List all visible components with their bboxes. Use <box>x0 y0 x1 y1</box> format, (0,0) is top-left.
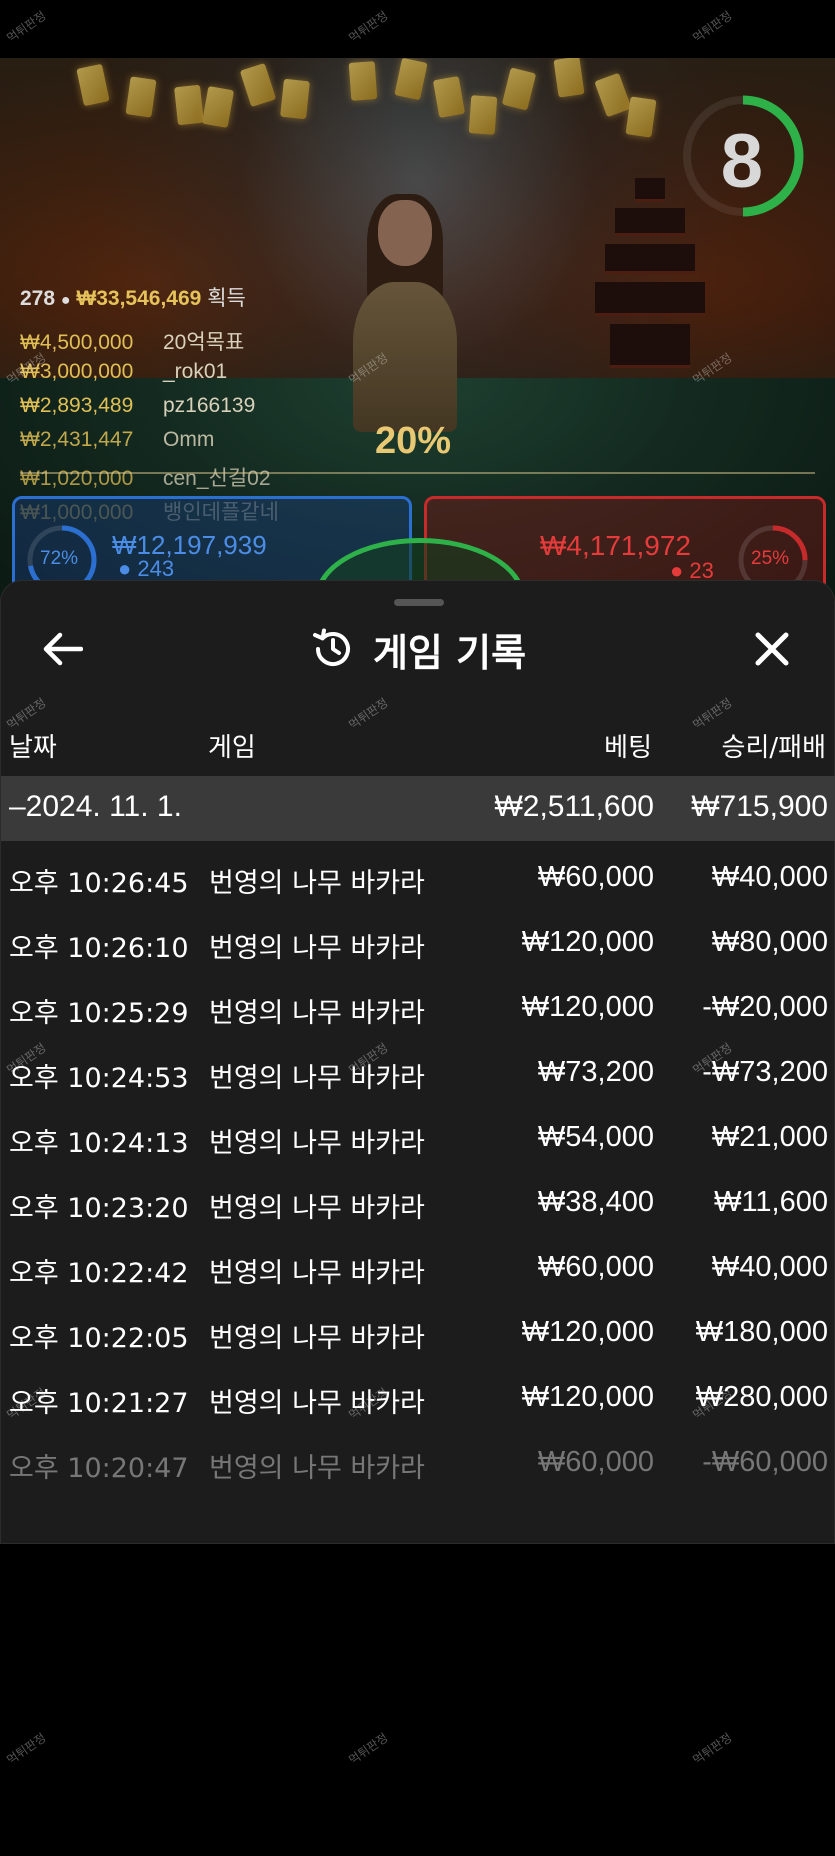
history-row[interactable]: 오후 10:26:10 번영의 나무 바카라 ₩120,000 ₩80,000 <box>1 912 835 977</box>
countdown-number: 8 <box>720 119 763 204</box>
history-row[interactable]: 오후 10:26:45 번영의 나무 바카라 ₩60,000 ₩40,000 <box>1 847 835 912</box>
row-result: ₩80,000 <box>711 926 828 958</box>
row-result: -₩20,000 <box>702 991 828 1023</box>
row-result: ₩40,000 <box>711 861 828 893</box>
column-header-bet: 베팅 <box>604 733 652 763</box>
row-bet: ₩73,200 <box>537 1056 654 1088</box>
sheet-title: 게임 기록 <box>372 630 527 675</box>
close-button[interactable] <box>746 623 798 675</box>
row-bet: ₩120,000 <box>521 1381 654 1413</box>
user-icon: ● <box>118 556 132 581</box>
history-row[interactable]: 오후 10:24:13 번영의 나무 바카라 ₩54,000 ₩21,000 <box>1 1107 835 1172</box>
row-bet: ₩54,000 <box>537 1121 654 1153</box>
group-date: –2024. 11. 1. <box>9 790 182 823</box>
row-time: 오후 10:20:47 <box>9 1453 189 1484</box>
row-time: 오후 10:26:45 <box>9 868 189 899</box>
watermark: 먹튀판정 <box>4 1730 49 1768</box>
date-group-row[interactable]: –2024. 11. 1. ₩2,511,600 ₩715,900 <box>1 776 835 841</box>
winnings-total: ₩33,546,469 <box>76 287 202 310</box>
row-bet: ₩60,000 <box>537 861 654 893</box>
row-time: 오후 10:24:13 <box>9 1128 189 1159</box>
close-icon <box>755 632 789 666</box>
history-row[interactable]: 오후 10:25:29 번영의 나무 바카라 ₩120,000 -₩20,000 <box>1 977 835 1042</box>
row-game: 번영의 나무 바카라 <box>209 933 425 964</box>
leaderboard-row: ₩3,000,000 _rok01 <box>20 360 228 383</box>
sheet-drag-handle[interactable] <box>394 599 444 606</box>
player-bet-count: ● 243 <box>118 556 175 581</box>
banker-percent: 25% <box>751 548 790 569</box>
row-time: 오후 10:22:42 <box>9 1258 189 1289</box>
row-bet: ₩38,400 <box>537 1186 654 1218</box>
row-time: 오후 10:25:29 <box>9 998 189 1029</box>
watermark: 먹튀판정 <box>690 1730 735 1768</box>
row-bet: ₩120,000 <box>521 1316 654 1348</box>
center-percent: 20% <box>375 420 452 462</box>
leaderboard-row: ₩2,431,447 Omm <box>20 428 215 451</box>
winnings-suffix: 획득 <box>207 287 246 310</box>
row-time: 오후 10:26:10 <box>9 933 189 964</box>
group-result-total: ₩715,900 <box>691 790 828 823</box>
history-icon <box>312 628 350 666</box>
player-count: 278 <box>20 287 56 310</box>
leaderboard-row: ₩2,893,489 pz166139 <box>20 394 256 417</box>
row-game: 번영의 나무 바카라 <box>209 1388 425 1419</box>
row-result: ₩11,600 <box>714 1186 828 1218</box>
column-header-date: 날짜 <box>9 733 57 763</box>
history-row[interactable]: 오후 10:20:47 번영의 나무 바카라 ₩60,000 -₩60,000 <box>1 1432 835 1497</box>
row-bet: ₩120,000 <box>521 926 654 958</box>
winnings-summary: 278 ● ₩33,546,469 획득 <box>20 282 246 312</box>
row-time: 오후 10:23:20 <box>9 1193 189 1224</box>
column-header-result: 승리/패배 <box>721 733 826 763</box>
group-bet-total: ₩2,511,600 <box>494 790 654 823</box>
leaderboard-row: ₩1,020,000 cen_신길02 <box>20 467 271 490</box>
sheet-header: 게임 기록 <box>1 621 835 677</box>
row-result: ₩40,000 <box>711 1251 828 1283</box>
leaderboard-row: ₩4,500,000 20억목표 <box>20 331 245 354</box>
player-percent: 72% <box>40 548 79 569</box>
banker-bet-amount: ₩4,171,972 <box>540 530 691 561</box>
row-game: 번영의 나무 바카라 <box>209 1193 425 1224</box>
row-result: ₩21,000 <box>711 1121 828 1153</box>
row-game: 번영의 나무 바카라 <box>209 1258 425 1289</box>
history-row[interactable]: 오후 10:23:20 번영의 나무 바카라 ₩38,400 ₩11,600 <box>1 1172 835 1237</box>
row-bet: ₩120,000 <box>521 991 654 1023</box>
column-header-game: 게임 <box>208 733 256 763</box>
row-game: 번영의 나무 바카라 <box>209 1453 425 1484</box>
row-bet: ₩60,000 <box>537 1251 654 1283</box>
history-row[interactable]: 오후 10:22:05 번영의 나무 바카라 ₩120,000 ₩180,000 <box>1 1302 835 1367</box>
row-bet: ₩60,000 <box>537 1446 654 1478</box>
watermark: 먹튀판정 <box>346 1730 391 1768</box>
table-divider <box>20 472 815 474</box>
row-game: 번영의 나무 바카라 <box>209 1323 425 1354</box>
row-game: 번영의 나무 바카라 <box>209 1128 425 1159</box>
user-icon: ● <box>60 292 71 309</box>
row-game: 번영의 나무 바카라 <box>209 1063 425 1094</box>
history-row[interactable]: 오후 10:22:42 번영의 나무 바카라 ₩60,000 ₩40,000 <box>1 1237 835 1302</box>
row-time: 오후 10:22:05 <box>9 1323 189 1354</box>
row-game: 번영의 나무 바카라 <box>209 868 425 899</box>
row-result: ₩180,000 <box>695 1316 828 1348</box>
row-game: 번영의 나무 바카라 <box>209 998 425 1029</box>
row-result: -₩60,000 <box>702 1446 828 1478</box>
